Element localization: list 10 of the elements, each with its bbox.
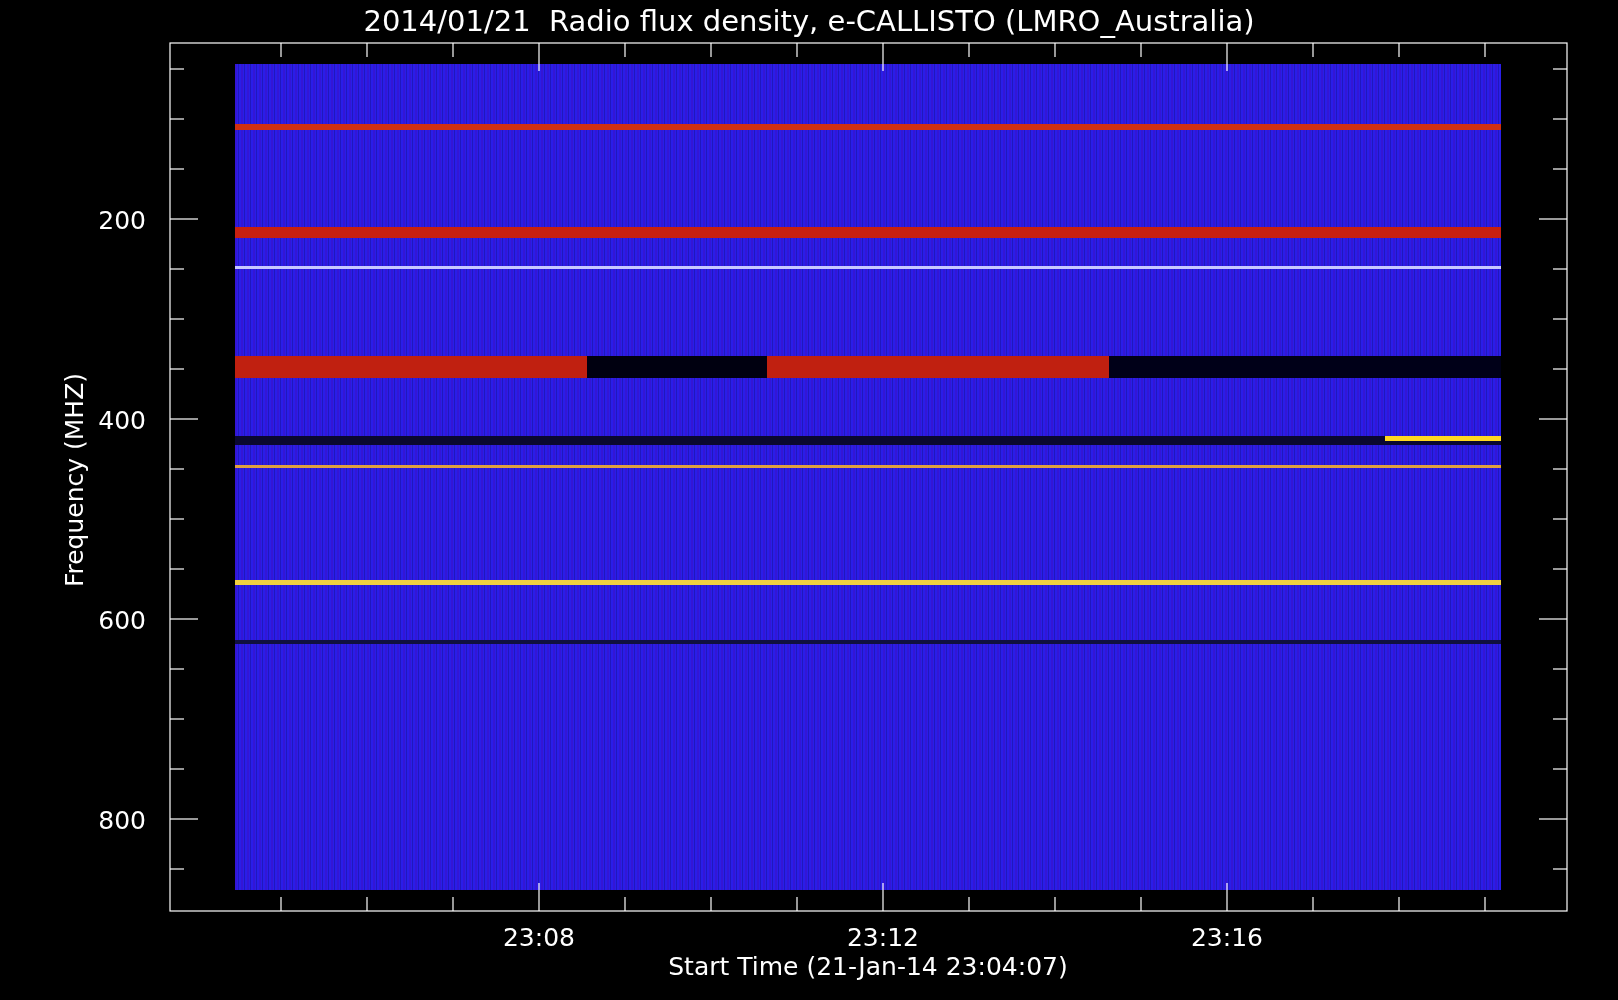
y-tick-label: 400 (98, 406, 146, 435)
x-axis-label: Start Time (21-Jan-14 23:04:07) (668, 952, 1068, 981)
y-tick-label: 600 (98, 606, 146, 635)
y-tick-label: 200 (98, 206, 146, 235)
y-tick-label: 800 (98, 806, 146, 835)
chart-title: 2014/01/21 Radio flux density, e-CALLISTO (LMRO_Australia) (363, 4, 1255, 38)
x-tick-label: 23:12 (847, 923, 919, 952)
y-axis-label: Frequency (MHZ) (60, 372, 89, 588)
x-tick-label: 23:08 (503, 923, 575, 952)
x-tick-label: 23:16 (1191, 923, 1263, 952)
